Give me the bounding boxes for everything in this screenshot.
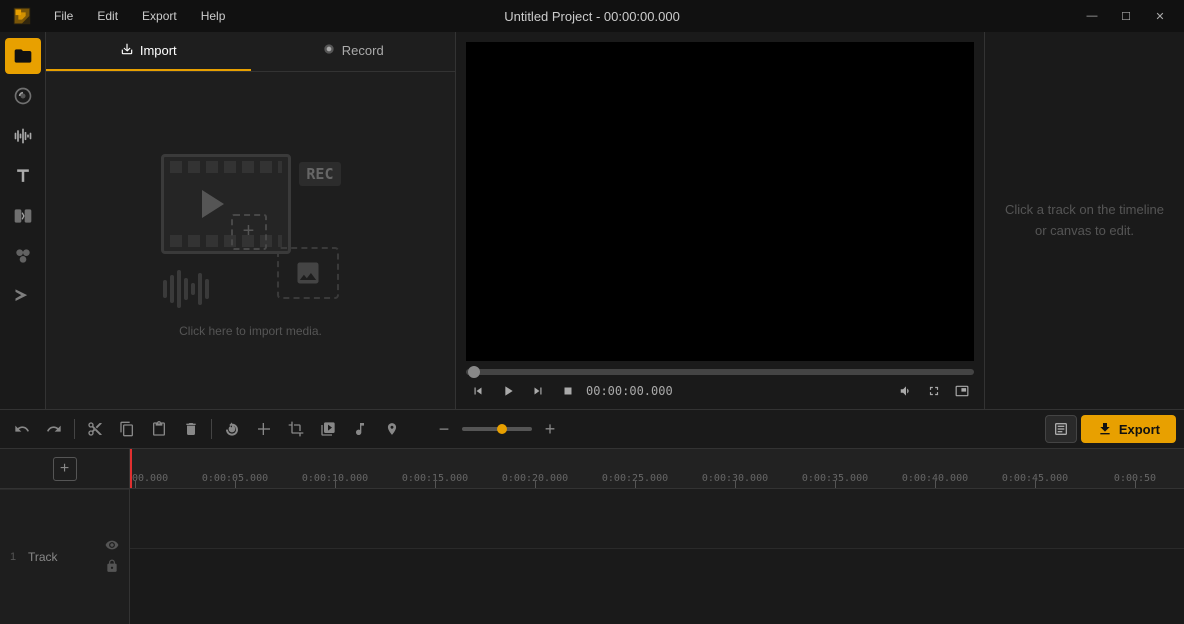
split-button[interactable]	[218, 415, 246, 443]
speed-button[interactable]	[314, 415, 342, 443]
add-track-button[interactable]: +	[53, 457, 77, 481]
sidebar-item-transitions[interactable]	[5, 198, 41, 234]
skip-forward-button[interactable]	[526, 379, 550, 403]
import-hint: Click here to import media.	[179, 324, 322, 338]
record-tab-icon	[322, 42, 336, 59]
window-controls: — ☐ ✕	[1076, 4, 1176, 28]
ruler-line-6	[735, 480, 736, 488]
import-tab-icon	[120, 42, 134, 59]
trim-button[interactable]	[250, 415, 278, 443]
zoom-thumb	[497, 424, 507, 434]
zoom-control: − +	[430, 415, 564, 443]
transport-controls: 00:00:00.000	[466, 379, 974, 403]
zoom-in-button[interactable]: +	[536, 415, 564, 443]
playhead[interactable]	[130, 449, 132, 488]
zoom-out-button[interactable]: −	[430, 415, 458, 443]
app-logo	[8, 2, 36, 30]
ruler-line-5	[635, 480, 636, 488]
menu-export[interactable]: Export	[132, 5, 187, 27]
delete-button[interactable]	[177, 415, 205, 443]
edit-hint: Click a track on the timeline or canvas …	[1005, 200, 1164, 242]
timeline: + 1 Track 0:00:00.000 0:00:05.000 0:00:1…	[0, 449, 1184, 624]
track-row: 1 Track	[0, 489, 129, 624]
right-panel: 00:00:00.000	[456, 32, 984, 409]
toolbar-divider-1	[74, 419, 75, 439]
sidebar-item-text[interactable]	[5, 158, 41, 194]
timeline-tracks	[130, 489, 1184, 624]
progress-bar[interactable]	[466, 369, 974, 375]
ruler-line-2	[335, 480, 336, 488]
sidebar-item-effects[interactable]	[5, 78, 41, 114]
toolbar: − + Export	[0, 409, 1184, 449]
stop-button[interactable]	[556, 379, 580, 403]
crop-button[interactable]	[282, 415, 310, 443]
sidebar-item-media[interactable]	[5, 38, 41, 74]
ruler-line-0	[135, 480, 136, 488]
track-lane-1	[130, 489, 1184, 549]
transport-right-controls	[894, 379, 974, 403]
redo-button[interactable]	[40, 415, 68, 443]
ruler-line-9	[1035, 480, 1036, 488]
ruler-line-1	[235, 480, 236, 488]
menu-file[interactable]: File	[44, 5, 83, 27]
play-button[interactable]	[496, 379, 520, 403]
import-illustration: REC +	[151, 144, 351, 324]
toolbar-divider-2	[211, 419, 212, 439]
export-button[interactable]: Export	[1081, 415, 1176, 443]
content-area: Import Record	[0, 32, 1184, 409]
tab-import[interactable]: Import	[46, 32, 251, 71]
track-visibility-icon[interactable]	[105, 538, 119, 555]
minimize-button[interactable]: —	[1076, 4, 1108, 28]
close-button[interactable]: ✕	[1144, 4, 1176, 28]
ruler-line-3	[435, 480, 436, 488]
add-track-row: +	[0, 449, 129, 489]
tab-record[interactable]: Record	[251, 32, 456, 71]
timeline-content: 0:00:00.000 0:00:05.000 0:00:10.000 0:00…	[130, 449, 1184, 624]
undo-button[interactable]	[8, 415, 36, 443]
copy-button[interactable]	[113, 415, 141, 443]
menu-edit[interactable]: Edit	[87, 5, 128, 27]
menu-help[interactable]: Help	[191, 5, 236, 27]
menu-bar: File Edit Export Help	[44, 5, 235, 27]
left-panel: Import Record	[46, 32, 456, 409]
video-preview	[466, 42, 974, 361]
ruler-line-4	[535, 480, 536, 488]
cut-button[interactable]	[81, 415, 109, 443]
zoom-slider[interactable]	[462, 427, 532, 431]
sidebar	[0, 32, 46, 409]
sidebar-item-filters[interactable]	[5, 238, 41, 274]
pip-button[interactable]	[950, 379, 974, 403]
ruler-line-8	[935, 480, 936, 488]
sidebar-item-speed[interactable]	[5, 278, 41, 314]
marker-button[interactable]	[378, 415, 406, 443]
edit-panel: Click a track on the timeline or canvas …	[984, 32, 1184, 409]
record-tab-label: Record	[342, 43, 384, 58]
ruler-line-7	[835, 480, 836, 488]
track-headers: + 1 Track	[0, 449, 130, 624]
template-button[interactable]	[1045, 415, 1077, 443]
track-icons	[105, 538, 119, 576]
paste-button[interactable]	[145, 415, 173, 443]
panel-tabs: Import Record	[46, 32, 455, 72]
volume-button[interactable]	[894, 379, 918, 403]
window-title: Untitled Project - 00:00:00.000	[504, 9, 680, 24]
maximize-button[interactable]: ☐	[1110, 4, 1142, 28]
fullscreen-button[interactable]	[922, 379, 946, 403]
sidebar-item-audio[interactable]	[5, 118, 41, 154]
track-name: Track	[28, 550, 58, 564]
track-lock-icon[interactable]	[105, 559, 119, 576]
timeline-ruler[interactable]: 0:00:00.000 0:00:05.000 0:00:10.000 0:00…	[130, 449, 1184, 489]
transport-bar: 00:00:00.000	[456, 365, 984, 409]
track-number: 1	[10, 551, 20, 563]
progress-thumb[interactable]	[468, 366, 480, 378]
import-area[interactable]: REC +	[46, 72, 455, 409]
export-label: Export	[1119, 422, 1160, 437]
time-display: 00:00:00.000	[586, 384, 673, 398]
ruler-line-10	[1135, 480, 1136, 488]
skip-back-button[interactable]	[466, 379, 490, 403]
audio-btn[interactable]	[346, 415, 374, 443]
titlebar: File Edit Export Help Untitled Project -…	[0, 0, 1184, 32]
import-tab-label: Import	[140, 43, 177, 58]
